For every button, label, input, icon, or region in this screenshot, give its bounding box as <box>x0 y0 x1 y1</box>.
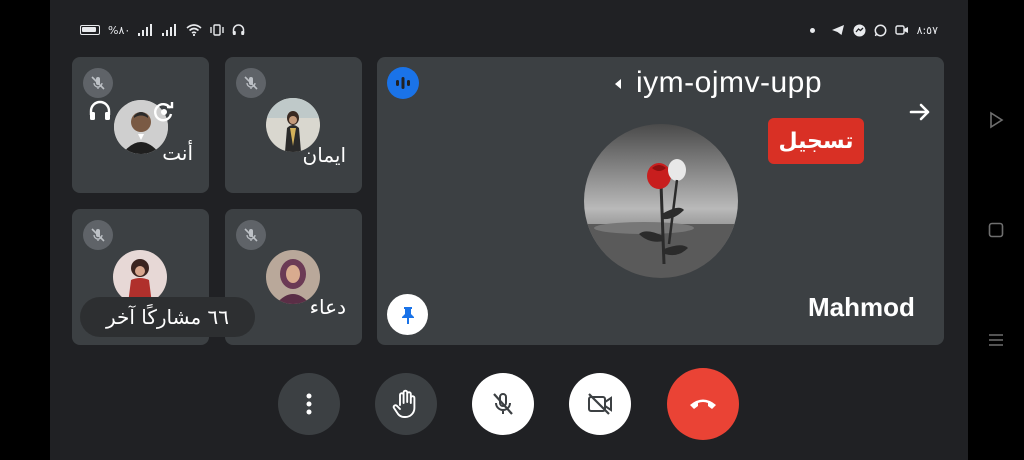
headphones-icon[interactable] <box>87 98 113 124</box>
participant-name: أنت <box>162 141 193 165</box>
video-status-icon <box>894 25 908 35</box>
main-speaker-avatar <box>584 124 738 278</box>
status-bar-left: %٨٠ <box>80 20 245 40</box>
mic-off-icon <box>91 228 105 242</box>
participant-name: دعاء <box>309 295 346 319</box>
audio-level-icon <box>396 77 410 89</box>
home-square-icon <box>988 222 1004 238</box>
mic-off-badge <box>83 220 113 250</box>
clock: ٨:٥٧ <box>916 23 938 37</box>
telegram-icon <box>831 25 844 35</box>
mic-off-badge <box>236 220 266 250</box>
raise-hand-button[interactable] <box>375 373 437 435</box>
messenger-icon <box>853 24 866 36</box>
menu-dots-icon <box>306 393 312 415</box>
other-participants-label: ٦٦ مشاركًا آخر <box>105 305 230 329</box>
camera-toggle-button[interactable] <box>569 373 631 435</box>
mic-off-icon <box>244 76 258 90</box>
wifi-icon <box>186 24 202 36</box>
mic-off-icon <box>91 76 105 90</box>
main-speaker-name: Mahmod <box>808 292 915 322</box>
end-call-button[interactable] <box>667 368 739 440</box>
camera-off-icon <box>588 393 612 415</box>
expand-caret-icon[interactable] <box>615 79 621 89</box>
other-participants-button[interactable]: ٦٦ مشاركًا آخر <box>80 297 255 337</box>
participant-tile-you[interactable]: أنت <box>72 57 209 193</box>
pin-icon <box>401 306 414 324</box>
mic-off-icon <box>493 393 513 415</box>
battery-percent: %٨٠ <box>108 23 131 37</box>
nav-home-button[interactable] <box>978 212 1014 248</box>
arrow-right-icon[interactable] <box>907 99 933 125</box>
more-options-button[interactable] <box>278 373 340 435</box>
raise-hand-icon <box>392 389 416 418</box>
back-triangle-icon <box>990 111 1004 129</box>
screen: %٨٠ ٨:٥٧ أنت ايمان دعاء ٦٦ مشاركًا آخر i… <box>0 0 1024 460</box>
avatar <box>113 250 167 304</box>
mic-toggle-button[interactable] <box>472 373 534 435</box>
recents-lines-icon <box>989 334 1003 346</box>
mic-off-badge <box>236 68 266 98</box>
signal-icon <box>138 24 153 36</box>
audio-level-indicator <box>387 67 419 99</box>
participant-tile-eman[interactable]: ايمان <box>225 57 362 193</box>
end-call-icon <box>690 399 716 409</box>
mic-off-badge <box>83 68 113 98</box>
pin-button[interactable] <box>387 294 428 335</box>
participant-name: ايمان <box>302 143 346 167</box>
switch-camera-icon[interactable] <box>151 99 177 125</box>
signal-icon-2 <box>162 24 177 36</box>
headset-icon <box>233 24 245 35</box>
nav-back-button[interactable] <box>978 102 1014 138</box>
battery-icon <box>80 25 100 35</box>
mic-off-icon <box>244 228 258 242</box>
nav-recents-button[interactable] <box>978 322 1014 358</box>
meeting-code[interactable]: iym-ojmv-upp <box>636 66 822 100</box>
recording-badge: تسجيل <box>768 118 864 164</box>
vibrate-icon <box>210 24 224 36</box>
recording-label: تسجيل <box>778 128 854 154</box>
status-bar-right: ٨:٥٧ <box>809 20 938 40</box>
notification-dot-icon <box>809 27 815 33</box>
whatsapp-icon <box>874 24 887 36</box>
